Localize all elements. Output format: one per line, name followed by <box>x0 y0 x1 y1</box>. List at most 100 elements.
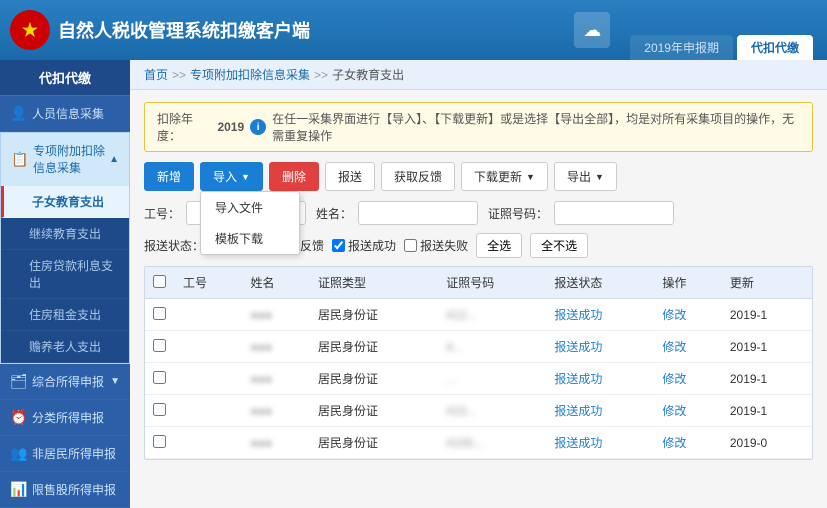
select-all-checkbox[interactable] <box>153 275 166 288</box>
filter-label: 报送状态： <box>144 237 204 254</box>
sidebar-item-restricted[interactable]: 📊 限售股所得申报 <box>0 472 130 508</box>
row-action-2[interactable]: 修改 <box>654 363 722 395</box>
id-number-label: 证照号码： <box>488 205 548 222</box>
table-row: ●●● 居民身份证 ... 报送成功 修改 2019-1 <box>145 363 812 395</box>
download-caret-icon: ▼ <box>526 172 535 182</box>
table-row: ●●● 居民身份证 412... 报送成功 修改 2019-1 <box>145 299 812 331</box>
row-checkbox-0[interactable] <box>153 307 166 320</box>
sidebar-item-personnel[interactable]: 👤 人员信息采集 <box>0 96 130 132</box>
name-label: 姓名： <box>316 205 352 222</box>
filter-success-label[interactable]: 报送成功 <box>332 237 396 254</box>
row-name-3: ●●● <box>243 395 311 427</box>
work-id-label: 工号： <box>144 205 180 222</box>
toolbar: 新增 导入 ▼ 导入文件 模板下载 删除 报送 获取反馈 下载更新 ▼ <box>144 162 813 191</box>
sidebar-sub-housing-loan-label: 住房贷款利息支出 <box>29 259 113 290</box>
add-button[interactable]: 新增 <box>144 162 194 191</box>
row-work-id-1 <box>175 331 243 363</box>
import-file-item[interactable]: 导入文件 <box>201 192 299 223</box>
row-update-4: 2019-0 <box>722 427 812 459</box>
special-icon: 📋 <box>11 151 27 168</box>
sidebar-item-restricted-label: 限售股所得申报 <box>32 481 116 498</box>
submit-button[interactable]: 报送 <box>325 162 375 191</box>
table-row: ●●● 居民身份证 4100... 报送成功 修改 2019-0 <box>145 427 812 459</box>
info-icon: i <box>250 119 266 135</box>
filter-failed-label[interactable]: 报送失败 <box>404 237 468 254</box>
row-action-1[interactable]: 修改 <box>654 331 722 363</box>
template-download-item[interactable]: 模板下载 <box>201 223 299 254</box>
filter-failed-text: 报送失败 <box>420 237 468 254</box>
row-checkbox-4[interactable] <box>153 435 166 448</box>
row-id-number-4: 4100... <box>438 427 546 459</box>
cloud-icon[interactable]: ☁ <box>574 12 610 48</box>
get-feedback-button[interactable]: 获取反馈 <box>381 162 455 191</box>
header-tabs: 2019年申报期 代扣代缴 <box>630 0 817 60</box>
sidebar-brand: 代扣代缴 <box>0 60 130 96</box>
sidebar-sub-child-edu-label: 子女教育支出 <box>32 195 104 209</box>
nonresident-icon: 👥 <box>10 445 26 462</box>
table-header-row: 工号 姓名 证照类型 证照号码 报送状态 操作 更新 <box>145 267 812 299</box>
sidebar-sub-housing-rent-label: 住房租金支出 <box>29 308 101 322</box>
sidebar-sub-cont-edu[interactable]: 继续教育支出 <box>1 218 129 250</box>
sidebar-item-comprehensive[interactable]: 🗂 综合所得申报 ▼ <box>0 364 130 400</box>
tab-year[interactable]: 2019年申报期 <box>630 35 733 60</box>
export-caret-icon: ▼ <box>595 172 604 182</box>
sidebar-sub-housing-loan[interactable]: 住房贷款利息支出 <box>1 250 129 299</box>
sidebar-sub-child-edu[interactable]: 子女教育支出 <box>1 186 129 218</box>
breadcrumb-sep-2: >> <box>314 68 328 82</box>
delete-button[interactable]: 删除 <box>269 162 319 191</box>
import-button[interactable]: 导入 ▼ <box>200 162 263 191</box>
search-id-number-field: 证照号码： <box>488 201 674 225</box>
sidebar-sub-elderly[interactable]: 赡养老人支出 <box>1 331 129 363</box>
row-id-type-1: 居民身份证 <box>310 331 438 363</box>
app-title: 自然人税收管理系统扣缴客户端 <box>58 17 566 43</box>
row-action-3[interactable]: 修改 <box>654 395 722 427</box>
import-dropdown-wrapper: 导入 ▼ 导入文件 模板下载 <box>200 162 263 191</box>
info-bar-prefix: 扣除年度： <box>157 110 211 144</box>
row-status-1: 报送成功 <box>546 331 654 363</box>
sidebar-sub-elderly-label: 赡养老人支出 <box>29 340 101 354</box>
sidebar-item-special-label: 专项附加扣除信息采集 <box>33 142 109 176</box>
row-id-type-0: 居民身份证 <box>310 299 438 331</box>
row-checkbox-3[interactable] <box>153 403 166 416</box>
main-content: 首页 >> 专项附加扣除信息采集 >> 子女教育支出 扣除年度： 2019 i … <box>130 60 827 508</box>
row-action-4[interactable]: 修改 <box>654 427 722 459</box>
row-work-id-2 <box>175 363 243 395</box>
sidebar-sub-housing-rent[interactable]: 住房租金支出 <box>1 299 129 331</box>
row-name-1: ●●● <box>243 331 311 363</box>
sidebar-item-nonresident[interactable]: 👥 非居民所得申报 <box>0 436 130 472</box>
search-name-field: 姓名： <box>316 201 478 225</box>
row-status-3: 报送成功 <box>546 395 654 427</box>
breadcrumb: 首页 >> 专项附加扣除信息采集 >> 子女教育支出 <box>130 60 827 90</box>
row-update-3: 2019-1 <box>722 395 812 427</box>
personnel-icon: 👤 <box>10 105 26 122</box>
sidebar-item-nonresident-label: 非居民所得申报 <box>32 445 116 462</box>
select-all-button[interactable]: 全选 <box>476 233 522 258</box>
id-number-input[interactable] <box>554 201 674 225</box>
deselect-all-button[interactable]: 全不选 <box>530 233 588 258</box>
row-checkbox-2[interactable] <box>153 371 166 384</box>
sidebar-item-special[interactable]: 📋 专项附加扣除信息采集 ▲ <box>1 133 129 186</box>
col-status: 报送状态 <box>546 267 654 299</box>
download-update-button[interactable]: 下载更新 ▼ <box>461 162 548 191</box>
filter-success-checkbox[interactable] <box>332 239 345 252</box>
row-checkbox-cell <box>145 363 175 395</box>
tab-withholding[interactable]: 代扣代缴 <box>737 35 813 60</box>
table-body: ●●● 居民身份证 412... 报送成功 修改 2019-1 ●●● 居民身份… <box>145 299 812 459</box>
row-update-2: 2019-1 <box>722 363 812 395</box>
breadcrumb-home[interactable]: 首页 <box>144 66 168 83</box>
row-work-id-3 <box>175 395 243 427</box>
chevron-down-icon: ▼ <box>110 376 120 387</box>
table-row: ●●● 居民身份证 4... 报送成功 修改 2019-1 <box>145 331 812 363</box>
breadcrumb-special[interactable]: 专项附加扣除信息采集 <box>190 66 310 83</box>
row-action-0[interactable]: 修改 <box>654 299 722 331</box>
sidebar-item-comprehensive-label: 综合所得申报 <box>32 373 104 390</box>
comprehensive-icon: 🗂 <box>10 373 26 390</box>
sidebar-item-classified-label: 分类所得申报 <box>32 409 104 426</box>
name-input[interactable] <box>358 201 478 225</box>
row-status-2: 报送成功 <box>546 363 654 395</box>
filter-failed-checkbox[interactable] <box>404 239 417 252</box>
sidebar-item-classified[interactable]: ⏰ 分类所得申报 <box>0 400 130 436</box>
export-button[interactable]: 导出 ▼ <box>554 162 617 191</box>
row-work-id-4 <box>175 427 243 459</box>
row-checkbox-1[interactable] <box>153 339 166 352</box>
